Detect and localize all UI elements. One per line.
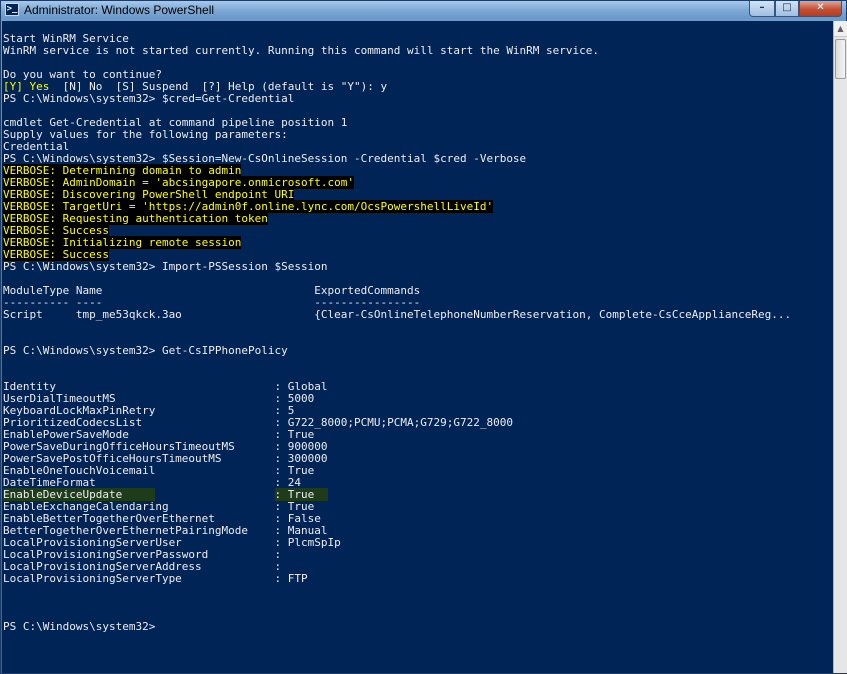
console-line: PS C:\Windows\system32> Get-CsIPPhonePol… [3,345,791,357]
window-controls: – □ ✕ [749,1,842,17]
console-text: PS C:\Windows\system32> Get-CsIPPhonePol… [3,344,288,357]
vertical-scrollbar[interactable]: ▲ [833,21,847,673]
window-title: Administrator: Windows PowerShell [24,3,215,17]
console-output[interactable]: Start WinRM Service WinRM service is not … [2,21,833,673]
console-text: LocalProvisioningServerType : FTP [3,572,308,585]
scroll-thumb[interactable] [835,39,846,79]
title-bar[interactable]: >_ Administrator: Windows PowerShell – □… [1,1,846,19]
minimize-button[interactable]: – [749,1,775,17]
powershell-icon: >_ [5,3,19,16]
close-button[interactable]: ✕ [799,1,842,17]
scroll-up-button[interactable]: ▲ [834,21,847,37]
console-text: PS C:\Windows\system32> Import-PSSession… [3,260,328,273]
console-text: PS C:\Windows\system32> [3,620,156,633]
console-line: PS C:\Windows\system32> [3,621,791,633]
console-text: PS C:\Windows\system32> $cred=Get-Creden… [3,92,295,105]
console-line: VERBOSE: Requesting authentication token [3,212,791,225]
console-text: Script tmp_me53qkck.3ao {Clear-CsOnlineT… [3,308,792,321]
console-line: PS C:\Windows\system32> $cred=Get-Creden… [3,93,791,105]
powershell-window: >_ Administrator: Windows PowerShell – □… [0,0,847,674]
console-text: WinRM service is not started currently. … [3,44,600,57]
console-line: VERBOSE: Initializing remote session [3,236,791,249]
console-line: LocalProvisioningServerType : FTP [3,573,791,585]
console-line: Script tmp_me53qkck.3ao {Clear-CsOnlineT… [3,309,791,321]
console-line: PS C:\Windows\system32> Import-PSSession… [3,261,791,273]
console-lines: Start WinRM Service WinRM service is not … [3,33,791,633]
maximize-button[interactable]: □ [775,1,799,17]
console-line: WinRM service is not started currently. … [3,45,791,57]
console-line: Supply values for the following paramete… [3,129,791,141]
